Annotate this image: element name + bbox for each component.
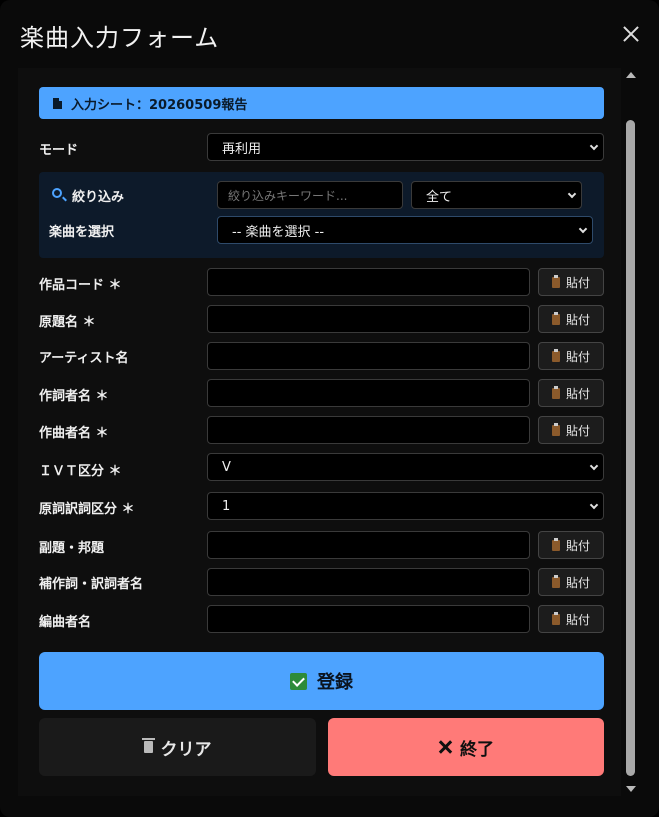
clipboard-icon [551, 422, 560, 436]
search-icon [52, 188, 62, 198]
register-button[interactable]: 登録 [39, 652, 604, 710]
ivt-select[interactable]: V [207, 453, 604, 481]
exit-button-label: 終了 [460, 739, 494, 760]
mode-label: モード [39, 143, 79, 158]
clipboard-icon [551, 574, 560, 588]
filter-keyword-input[interactable]: 絞り込みキーワード... [217, 181, 403, 209]
artist-paste-button[interactable]: 貼付 [538, 342, 604, 370]
clipboard-icon [551, 611, 560, 625]
filter-keyword-placeholder: 絞り込みキーワード... [228, 188, 348, 203]
song-select-label: 楽曲を選択 [49, 225, 115, 240]
work-code-label: 作品コード ＊ [39, 278, 122, 293]
chevron-down-icon [589, 141, 599, 151]
paste-label: 貼付 [565, 423, 590, 438]
filter-category-select[interactable]: 全て [411, 181, 582, 209]
paste-label: 貼付 [565, 275, 590, 290]
subtitle-label: 副題・邦題 [39, 541, 105, 556]
artist-label: アーティスト名 [39, 351, 129, 366]
scrollbar[interactable] [623, 68, 639, 796]
lyricist-input[interactable] [207, 379, 530, 407]
register-button-label: 登録 [317, 672, 353, 693]
orig-trans-label: 原詞訳詞区分 ＊ [39, 502, 135, 517]
subtitle-paste-button[interactable]: 貼付 [538, 531, 604, 559]
ivt-select-value: V [222, 459, 231, 475]
filter-category-value: 全て [426, 189, 453, 205]
input-sheet-label: 入力シート：20260509報告 [71, 97, 248, 113]
supp-lyricist-input[interactable] [207, 568, 530, 596]
chevron-down-icon [589, 461, 599, 471]
supp-lyricist-paste-button[interactable]: 貼付 [538, 568, 604, 596]
paste-label: 貼付 [565, 349, 590, 364]
clipboard-icon [551, 348, 560, 362]
work-code-input[interactable] [207, 268, 530, 296]
x-icon [438, 740, 452, 754]
clear-button-label: クリア [160, 739, 212, 760]
scrollbar-thumb[interactable] [626, 120, 635, 776]
artist-input[interactable] [207, 342, 530, 370]
composer-input[interactable] [207, 416, 530, 444]
paste-label: 貼付 [565, 538, 590, 553]
ivt-label: ＩＶＴ区分 ＊ [39, 464, 122, 479]
clipboard-icon [551, 311, 560, 325]
clipboard-icon [551, 274, 560, 288]
paste-label: 貼付 [565, 312, 590, 327]
clipboard-icon [551, 385, 560, 399]
filter-label: 絞り込み [72, 190, 125, 205]
clipboard-icon [551, 537, 560, 551]
orig-trans-select-value: 1 [222, 498, 231, 514]
chevron-down-icon [567, 189, 577, 199]
close-icon[interactable] [621, 24, 641, 44]
chevron-down-icon [589, 500, 599, 510]
clear-button[interactable]: クリア [39, 718, 316, 776]
song-select-value: -- 楽曲を選択 -- [232, 224, 325, 240]
scroll-up-arrow-icon[interactable] [626, 72, 636, 78]
mode-select-value: 再利用 [222, 141, 262, 157]
document-icon [53, 97, 62, 109]
song-input-dialog: 楽曲入力フォーム 入力シート：20260509報告 モード 再利用 絞り込み 絞… [0, 0, 659, 817]
original-title-input[interactable] [207, 305, 530, 333]
composer-paste-button[interactable]: 貼付 [538, 416, 604, 444]
work-code-paste-button[interactable]: 貼付 [538, 268, 604, 296]
chevron-down-icon [578, 224, 588, 234]
scroll-down-arrow-icon[interactable] [626, 786, 636, 792]
subtitle-input[interactable] [207, 531, 530, 559]
orig-trans-select[interactable]: 1 [207, 492, 604, 520]
trash-icon [141, 738, 155, 753]
input-sheet-banner: 入力シート：20260509報告 [39, 87, 604, 119]
original-title-paste-button[interactable]: 貼付 [538, 305, 604, 333]
supp-lyricist-label: 補作詞・訳詞者名 [39, 577, 144, 592]
arranger-label: 編曲者名 [39, 615, 92, 630]
title-bar: 楽曲入力フォーム [0, 0, 659, 68]
arranger-paste-button[interactable]: 貼付 [538, 605, 604, 633]
arranger-input[interactable] [207, 605, 530, 633]
original-title-label: 原題名 ＊ [39, 315, 96, 330]
exit-button[interactable]: 終了 [328, 718, 604, 776]
paste-label: 貼付 [565, 612, 590, 627]
paste-label: 貼付 [565, 575, 590, 590]
mode-select[interactable]: 再利用 [207, 133, 604, 161]
lyricist-label: 作詞者名 ＊ [39, 389, 109, 404]
song-select[interactable]: -- 楽曲を選択 -- [217, 216, 593, 244]
check-icon [290, 672, 307, 690]
window-title: 楽曲入力フォーム [20, 24, 220, 52]
paste-label: 貼付 [565, 386, 590, 401]
composer-label: 作曲者名 ＊ [39, 426, 109, 441]
lyricist-paste-button[interactable]: 貼付 [538, 379, 604, 407]
